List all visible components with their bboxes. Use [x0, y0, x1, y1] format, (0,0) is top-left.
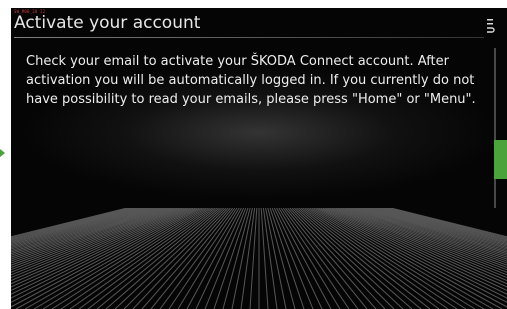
left-indicator-arrow-icon	[0, 149, 5, 157]
floor-line	[249, 208, 258, 309]
menu-list-icon[interactable]	[485, 17, 495, 35]
floor-line	[177, 208, 240, 309]
infotainment-screen: SW_M0B_28 22 Activate your account Check…	[11, 8, 507, 309]
title-divider	[14, 37, 484, 38]
floor-line	[265, 208, 287, 309]
floor-line	[278, 208, 341, 309]
scrollbar-track	[494, 48, 496, 208]
activation-message: Check your email to activate your ŠKODA …	[26, 54, 476, 107]
floor-line	[313, 208, 485, 309]
page-title: Activate your account	[14, 13, 201, 33]
floor-line	[33, 208, 205, 309]
floor-line	[231, 208, 253, 309]
floor-line	[260, 208, 269, 309]
background-floor-lines	[11, 208, 507, 309]
scrollbar-thumb[interactable]	[494, 140, 507, 179]
